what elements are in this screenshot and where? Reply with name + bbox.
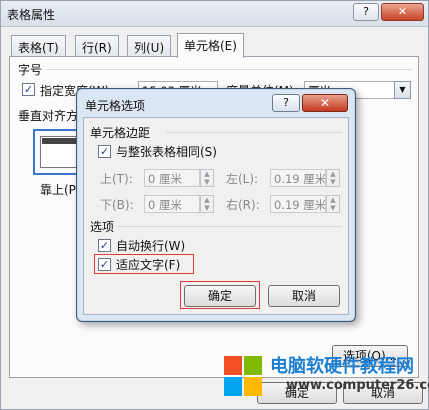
- fit-text-label: 适应文字(F): [116, 258, 181, 272]
- cell-options-dialog: 单元格选项 ? ✕ 单元格边距 ✓ 与整张表格相同(S) 上(T): 0 厘米 …: [76, 88, 356, 322]
- help-button[interactable]: ?: [272, 94, 300, 112]
- right-margin-input[interactable]: 0.19 厘米: [270, 195, 326, 213]
- wrap-text-label: 自动换行(W): [116, 239, 186, 253]
- right-margin-label: 右(R):: [226, 198, 260, 212]
- inner-cancel-button[interactable]: 取消: [268, 285, 340, 307]
- options-button[interactable]: 选项(O)...: [332, 345, 408, 367]
- chevron-down-icon[interactable]: ▼: [394, 81, 411, 99]
- left-margin-label: 左(L):: [226, 172, 259, 186]
- align-top-icon: [40, 136, 78, 168]
- section-size-label: 字号: [18, 63, 43, 77]
- inner-ok-button[interactable]: 确定: [184, 285, 256, 307]
- close-button[interactable]: ✕: [302, 94, 348, 112]
- top-margin-label: 上(T):: [100, 172, 133, 186]
- top-margin-input[interactable]: 0 厘米: [144, 169, 200, 187]
- left-margin-input[interactable]: 0.19 厘米: [270, 169, 326, 187]
- preferred-width-checkbox[interactable]: ✓: [22, 83, 35, 96]
- wrap-text-checkbox[interactable]: ✓: [98, 239, 111, 252]
- cell-options-title: 单元格选项: [85, 99, 146, 113]
- section-margins-label: 单元格边距: [90, 126, 151, 140]
- divider: [118, 226, 342, 227]
- top-margin-spinner[interactable]: ▲ ▼: [200, 169, 214, 187]
- tab-cell[interactable]: 单元格(E): [177, 33, 244, 58]
- close-button[interactable]: ✕: [381, 3, 424, 21]
- right-margin-spinner[interactable]: ▲ ▼: [326, 195, 340, 213]
- dialog-title: 表格属性: [7, 8, 56, 22]
- same-as-table-label: 与整张表格相同(S): [116, 145, 217, 159]
- tab-table[interactable]: 表格(T): [11, 35, 66, 57]
- cell-options-body: 单元格边距 ✓ 与整张表格相同(S) 上(T): 0 厘米 ▲ ▼ 左(L): 0…: [83, 117, 349, 315]
- ok-button[interactable]: 确定: [257, 382, 337, 404]
- dialog-titlebar: 表格属性 ? ✕: [1, 1, 428, 27]
- same-as-table-checkbox[interactable]: ✓: [98, 145, 111, 158]
- fit-text-checkbox[interactable]: ✓: [98, 258, 111, 271]
- left-margin-spinner[interactable]: ▲ ▼: [326, 169, 340, 187]
- align-top-label: 靠上(P): [40, 183, 81, 197]
- bottom-margin-label: 下(B):: [100, 198, 134, 212]
- tab-column[interactable]: 列(U): [127, 35, 172, 57]
- divider: [166, 132, 342, 133]
- cancel-button[interactable]: 取消: [343, 382, 423, 404]
- bottom-margin-input[interactable]: 0 厘米: [144, 195, 200, 213]
- help-button[interactable]: ?: [353, 3, 379, 21]
- bottom-margin-spinner[interactable]: ▲ ▼: [200, 195, 214, 213]
- tab-row[interactable]: 行(R): [75, 35, 119, 57]
- divider: [46, 69, 412, 70]
- align-bar: [42, 138, 76, 144]
- section-options-label: 选项: [90, 220, 115, 234]
